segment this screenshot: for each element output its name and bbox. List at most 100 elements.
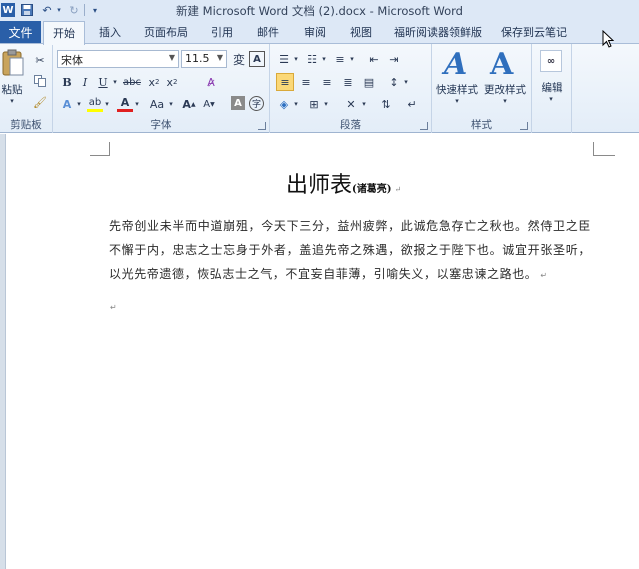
window-title: 新建 Microsoft Word 文档 (2).docx - Microsof… <box>176 4 463 18</box>
shading-dropdown-icon[interactable]: ▾ <box>292 96 300 112</box>
clipboard-group-label: 剪贴板 <box>10 119 42 131</box>
align-left-icon[interactable]: ≡ <box>276 73 294 91</box>
tab-insert[interactable]: 插入 <box>90 24 130 44</box>
decrease-indent-icon[interactable]: ⇤ <box>366 51 382 67</box>
tab-mailings[interactable]: 邮件 <box>249 24 287 44</box>
font-size-value: 11.5 <box>185 52 210 65</box>
increase-indent-icon[interactable]: ⇥ <box>386 51 402 67</box>
copy-icon[interactable] <box>32 73 48 89</box>
editing-label[interactable]: 编辑 <box>534 80 570 95</box>
bullets-dropdown-icon[interactable]: ▾ <box>292 51 300 67</box>
change-styles-label[interactable]: 更改样式 <box>482 82 528 97</box>
mouse-cursor-icon <box>602 29 615 48</box>
tab-save-to-cloud-note[interactable]: 保存到云笔记 <box>498 24 570 44</box>
document-title[interactable]: 出师表(诸葛亮) ↵ <box>286 167 401 199</box>
grow-font-icon[interactable]: A ▲ <box>181 96 197 112</box>
highlight-color-icon[interactable]: ab <box>87 96 103 112</box>
styles-dialog-launcher[interactable] <box>520 122 528 130</box>
font-group: 宋体 ▼ 11.5 ▼ 変 A B I U ▾ abc x2 x2 A̷ A ▾… <box>53 44 270 133</box>
body-text: 先帝创业未半而中道崩殂，今天下三分，益州疲弊，此诚危急存亡之秋也。然侍卫之臣不懈… <box>109 219 591 281</box>
font-name-dropdown-icon[interactable]: ▼ <box>169 53 175 62</box>
text-effects-icon[interactable]: A <box>59 96 75 112</box>
sort-icon[interactable]: ⇅ <box>378 96 394 112</box>
font-name-combo[interactable]: 宋体 ▼ <box>57 50 179 68</box>
paragraph-mark-icon: ↵ <box>540 271 548 280</box>
tab-references[interactable]: 引用 <box>203 24 241 44</box>
phonetic-guide-icon[interactable]: 変 <box>231 51 247 67</box>
change-styles-icon[interactable]: A <box>490 47 513 82</box>
empty-paragraph-mark-icon: ↵ <box>110 303 117 312</box>
styles-group-label: 样式 <box>471 119 492 131</box>
page-left-margin-shadow <box>0 134 6 569</box>
quick-styles-icon[interactable]: A <box>444 47 467 82</box>
show-marks-icon[interactable]: ↵ <box>404 96 420 112</box>
align-center-icon[interactable]: ≡ <box>297 73 315 91</box>
character-border-icon[interactable]: A <box>249 51 265 67</box>
clipboard-group: 粘贴 ▾ ✂ 🖌 剪贴板 <box>0 44 53 133</box>
font-color-icon[interactable]: A <box>117 96 133 112</box>
crop-mark-top-right-v <box>593 142 594 156</box>
paragraph-group-label: 段落 <box>340 119 361 131</box>
underline-icon[interactable]: U <box>95 74 111 90</box>
borders-dropdown-icon[interactable]: ▾ <box>322 96 330 112</box>
ribbon: 粘贴 ▾ ✂ 🖌 剪贴板 宋体 ▼ 11.5 ▼ 変 A B I U ▾ abc… <box>0 44 639 133</box>
superscript-icon[interactable]: x2 <box>164 74 180 90</box>
distributed-icon[interactable]: ▤ <box>360 73 378 91</box>
subscript-icon[interactable]: x2 <box>146 74 162 90</box>
quick-styles-label[interactable]: 快速样式 <box>434 82 480 97</box>
tab-home[interactable]: 开始 <box>43 21 85 45</box>
numbering-dropdown-icon[interactable]: ▾ <box>320 51 328 67</box>
text-effects-dropdown-icon[interactable]: ▾ <box>75 96 83 112</box>
font-color-dropdown-icon[interactable]: ▾ <box>133 96 141 112</box>
change-case-dropdown-icon[interactable]: ▾ <box>167 96 175 112</box>
find-binoculars-icon[interactable]: ∞ <box>540 50 562 72</box>
font-group-label: 字体 <box>150 119 172 131</box>
editing-dropdown-icon[interactable]: ▾ <box>547 95 555 103</box>
numbering-icon[interactable]: ☷ <box>304 51 320 67</box>
crop-mark-top-right-h <box>593 155 615 156</box>
quick-styles-dropdown-icon[interactable]: ▾ <box>453 97 461 105</box>
tab-foxit-reader[interactable]: 福昕阅读器领鲜版 <box>386 24 490 44</box>
italic-icon[interactable]: I <box>77 74 93 90</box>
paste-dropdown-icon[interactable]: ▾ <box>8 97 16 105</box>
paragraph-group: ☰ ▾ ☷ ▾ ≡ ▾ ⇤ ⇥ ≡ ≡ ≡ ≣ ▤ ↕ ▾ ◈ ▾ ⊞ ▾ ✕ … <box>270 44 432 133</box>
format-painter-icon[interactable]: 🖌 <box>32 94 48 110</box>
multilevel-dropdown-icon[interactable]: ▾ <box>348 51 356 67</box>
change-case-icon[interactable]: Aa <box>147 96 167 112</box>
paste-label[interactable]: 粘贴 <box>0 82 24 97</box>
document-body-paragraph[interactable]: 先帝创业未半而中道崩殂，今天下三分，益州疲弊，此诚危急存亡之秋也。然侍卫之臣不懈… <box>109 214 591 288</box>
bold-icon[interactable]: B <box>59 74 75 90</box>
cut-icon[interactable]: ✂ <box>32 52 48 68</box>
tab-file[interactable]: 文件 <box>0 21 41 43</box>
font-size-combo[interactable]: 11.5 ▼ <box>181 50 227 68</box>
character-shading-icon[interactable]: A <box>231 96 245 110</box>
enclose-characters-icon[interactable]: 字 <box>249 96 264 111</box>
paragraph-dialog-launcher[interactable] <box>420 122 428 130</box>
editing-group: ∞ 编辑 ▾ <box>532 44 572 133</box>
chinese-layout-icon[interactable]: ✕ <box>342 96 360 112</box>
borders-icon[interactable]: ⊞ <box>306 96 322 112</box>
justify-icon[interactable]: ≣ <box>339 73 357 91</box>
crop-mark-top-left-h <box>90 155 110 156</box>
document-area[interactable] <box>0 134 639 569</box>
chinese-layout-dropdown-icon[interactable]: ▾ <box>360 96 368 112</box>
paste-icon[interactable] <box>0 48 26 78</box>
multilevel-list-icon[interactable]: ≡ <box>332 51 348 67</box>
tab-view[interactable]: 视图 <box>342 24 380 44</box>
underline-dropdown-icon[interactable]: ▾ <box>111 74 119 90</box>
font-size-dropdown-icon[interactable]: ▼ <box>217 53 223 62</box>
change-styles-dropdown-icon[interactable]: ▾ <box>501 97 509 105</box>
line-spacing-dropdown-icon[interactable]: ▾ <box>402 73 410 91</box>
tab-page-layout[interactable]: 页面布局 <box>136 24 196 44</box>
strikethrough-icon[interactable]: abc <box>121 74 143 90</box>
clear-formatting-icon[interactable]: A̷ <box>203 74 219 90</box>
tab-review[interactable]: 审阅 <box>296 24 334 44</box>
ribbon-tab-row: 文件 开始 插入 页面布局 引用 邮件 审阅 视图 福昕阅读器领鲜版 保存到云笔… <box>0 20 639 45</box>
highlight-dropdown-icon[interactable]: ▾ <box>103 96 111 112</box>
shrink-font-icon[interactable]: A ▼ <box>201 96 217 112</box>
shading-icon[interactable]: ◈ <box>276 96 292 112</box>
align-right-icon[interactable]: ≡ <box>318 73 336 91</box>
bullets-icon[interactable]: ☰ <box>276 51 292 67</box>
line-spacing-icon[interactable]: ↕ <box>386 73 402 91</box>
font-dialog-launcher[interactable] <box>258 122 266 130</box>
